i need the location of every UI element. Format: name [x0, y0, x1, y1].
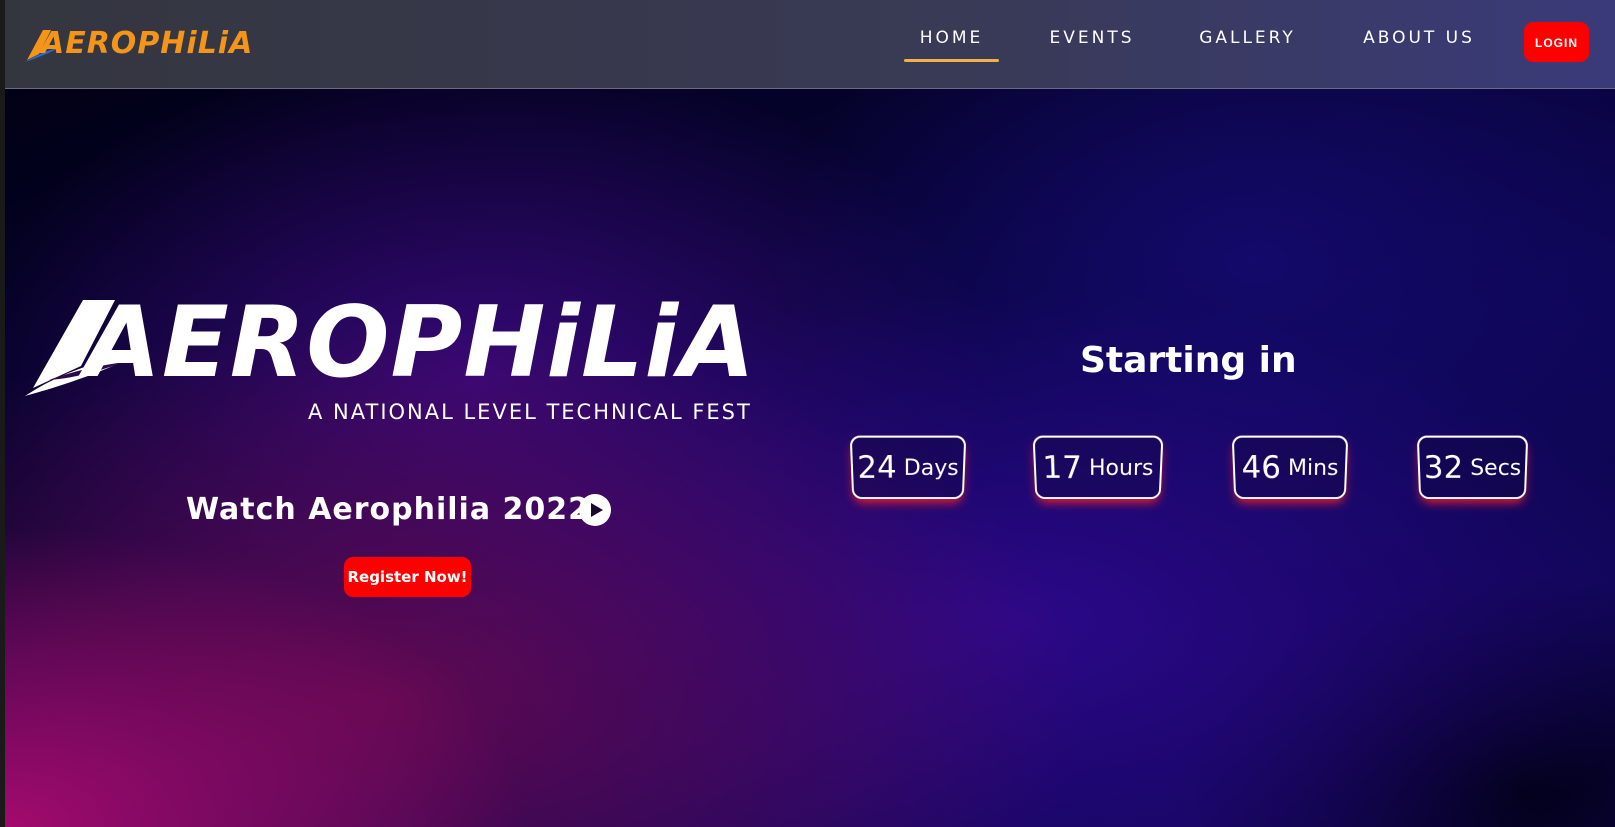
nav-item-home[interactable]: HOME — [904, 28, 999, 62]
register-button[interactable]: Register Now! — [344, 557, 471, 597]
countdown-secs-value: 32 — [1423, 450, 1463, 486]
hero-tagline: A NATIONAL LEVEL TECHNICAL FEST — [308, 400, 752, 424]
nav-logo[interactable]: AEROPHiLiA — [25, 24, 270, 64]
countdown-hours-unit: Hours — [1089, 456, 1154, 481]
watch-video-label: Watch Aerophilia 2022 — [186, 490, 590, 530]
countdown-mins-value: 46 — [1241, 450, 1281, 486]
navbar: AEROPHiLiA HOME EVENTS GALLERY ABOUT US … — [5, 0, 1615, 89]
nav-item-events[interactable]: EVENTS — [1048, 28, 1136, 62]
countdown-secs-unit: Secs — [1470, 456, 1522, 481]
nav-item-gallery[interactable]: GALLERY — [1195, 28, 1300, 62]
login-button[interactable]: LOGIN — [1524, 22, 1589, 62]
countdown-mins: 46 Mins — [1232, 436, 1349, 499]
countdown-hours-value: 17 — [1042, 450, 1082, 486]
window-edge — [0, 0, 5, 827]
play-circle-icon[interactable] — [579, 494, 611, 526]
nav-item-about-us[interactable]: ABOUT US — [1359, 28, 1479, 62]
countdown-secs: 32 Secs — [1417, 436, 1528, 499]
countdown-days: 24 Days — [850, 436, 967, 499]
nav-logo-text: AEROPHiLiA — [41, 24, 253, 64]
countdown-days-unit: Days — [904, 456, 959, 481]
countdown-hours: 17 Hours — [1033, 436, 1164, 499]
countdown-days-value: 24 — [857, 450, 897, 486]
hero-logo-text: AEROPHiLiA — [85, 288, 756, 398]
countdown-heading: Starting in — [1080, 340, 1340, 381]
page: AEROPHiLiA HOME EVENTS GALLERY ABOUT US … — [0, 0, 1615, 827]
countdown-mins-unit: Mins — [1288, 456, 1339, 481]
